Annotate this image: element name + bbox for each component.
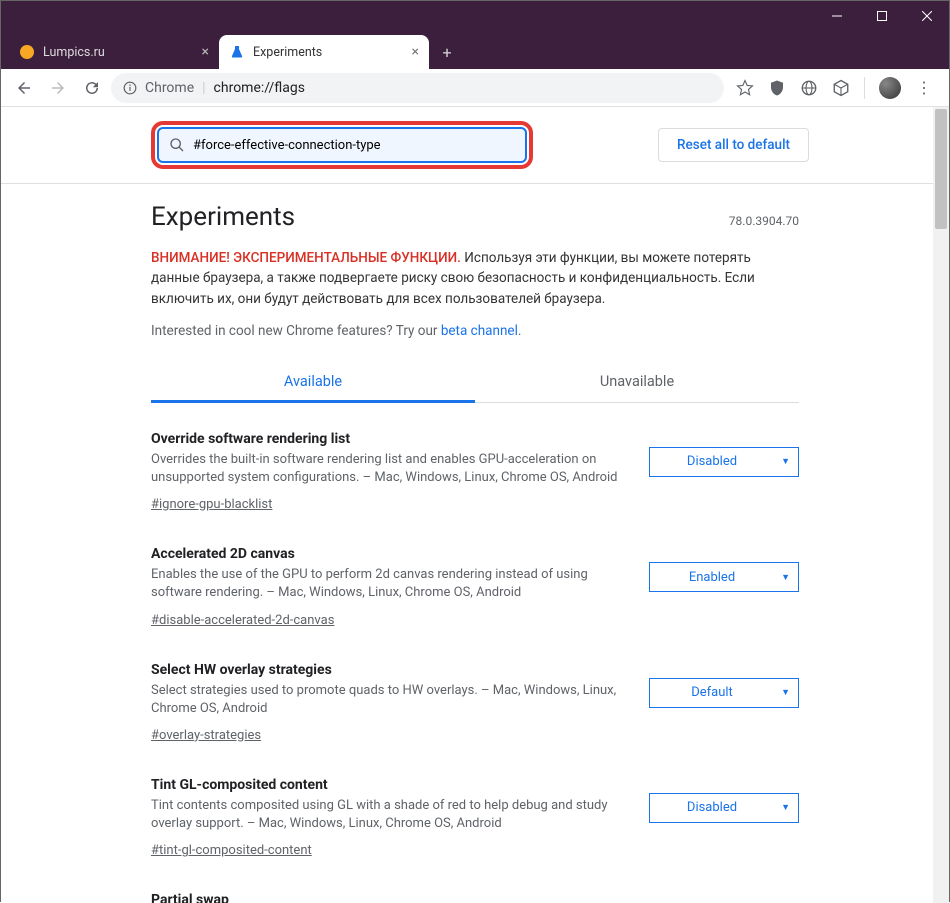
flag-title: Tint GL-composited content xyxy=(151,777,619,793)
tab-title: Experiments xyxy=(253,45,322,60)
flag-description: Overrides the built-in software renderin… xyxy=(151,451,619,487)
beta-channel-line: Interested in cool new Chrome features? … xyxy=(151,323,799,339)
search-highlight-annotation xyxy=(151,121,533,169)
window-titlebar: Lumpics.ru × Experiments × + xyxy=(1,1,949,69)
tab-unavailable[interactable]: Unavailable xyxy=(475,361,799,402)
flag-anchor-link[interactable]: #overlay-strategies xyxy=(151,728,261,743)
flag-dropdown[interactable]: Disabled xyxy=(649,793,799,823)
profile-avatar[interactable] xyxy=(879,77,901,99)
flag-description: Tint contents composited using GL with a… xyxy=(151,797,619,833)
flag-dropdown[interactable]: Disabled xyxy=(649,447,799,477)
omnibox-path: chrome://flags xyxy=(214,80,305,96)
browser-tab-experiments[interactable]: Experiments × xyxy=(219,35,429,69)
flag-dropdown[interactable]: Enabled xyxy=(649,562,799,592)
forward-button[interactable] xyxy=(43,73,73,103)
tab-favicon-lumpics xyxy=(19,44,35,60)
flag-title: Override software rendering list xyxy=(151,431,619,447)
page-info-icon xyxy=(123,81,137,95)
chrome-version: 78.0.3904.70 xyxy=(729,214,799,228)
back-button[interactable] xyxy=(9,73,39,103)
flag-row: Tint GL-composited content Tint contents … xyxy=(151,777,799,858)
beta-prefix: Interested in cool new Chrome features? … xyxy=(151,323,441,339)
warning-text: ВНИМАНИЕ! ЭКСПЕРИМЕНТАЛЬНЫЕ ФУНКЦИИ. Исп… xyxy=(151,248,799,309)
search-flags-box[interactable] xyxy=(157,127,527,163)
window-controls xyxy=(814,1,949,31)
flag-title: Accelerated 2D canvas xyxy=(151,546,619,562)
browser-tabs: Lumpics.ru × Experiments × + xyxy=(1,1,461,69)
menu-button[interactable]: ⋮ xyxy=(915,79,933,97)
globe-icon[interactable] xyxy=(800,79,818,97)
flag-anchor-link[interactable]: #disable-accelerated-2d-canvas xyxy=(151,613,334,628)
maximize-button[interactable] xyxy=(859,1,904,31)
toolbar-actions: ⋮ xyxy=(728,77,941,99)
omnibox-origin: Chrome xyxy=(145,80,194,96)
tab-available[interactable]: Available xyxy=(151,361,475,402)
flag-row: Partial swapSets partial swap behavior. … xyxy=(151,892,799,903)
flags-list: Override software rendering list Override… xyxy=(151,431,799,903)
new-tab-button[interactable]: + xyxy=(433,38,461,66)
flag-dropdown[interactable]: Default xyxy=(649,678,799,708)
close-window-button[interactable] xyxy=(904,1,949,31)
tab-title: Lumpics.ru xyxy=(43,45,105,60)
scrollbar-thumb[interactable] xyxy=(935,109,947,229)
warning-heading: ВНИМАНИЕ! ЭКСПЕРИМЕНТАЛЬНЫЕ ФУНКЦИИ. xyxy=(151,250,461,266)
flag-anchor-link[interactable]: #tint-gl-composited-content xyxy=(151,843,312,858)
scrollbar[interactable] xyxy=(933,107,949,903)
page-content: Reset all to default Experiments 78.0.39… xyxy=(1,107,949,903)
flag-title: Partial swap xyxy=(151,892,619,903)
beta-suffix: . xyxy=(518,323,522,339)
flag-anchor-link[interactable]: #ignore-gpu-blacklist xyxy=(151,497,272,512)
flag-description: Enables the use of the GPU to perform 2d… xyxy=(151,566,619,602)
omnibox-separator: | xyxy=(202,80,205,96)
close-icon[interactable]: × xyxy=(412,44,419,60)
shield-icon[interactable] xyxy=(768,79,786,97)
browser-toolbar: Chrome | chrome://flags ⋮ xyxy=(1,69,949,107)
separator xyxy=(864,77,865,99)
flags-tabs: Available Unavailable xyxy=(151,361,799,403)
flag-row: Override software rendering list Override… xyxy=(151,431,799,512)
address-bar[interactable]: Chrome | chrome://flags xyxy=(111,73,724,103)
flag-row: Select HW overlay strategies Select strat… xyxy=(151,662,799,743)
tab-favicon-flask xyxy=(229,44,245,60)
page-title: Experiments xyxy=(151,202,295,232)
cube-icon[interactable] xyxy=(832,79,850,97)
flag-title: Select HW overlay strategies xyxy=(151,662,619,678)
beta-channel-link[interactable]: beta channel xyxy=(441,323,518,339)
reset-all-button[interactable]: Reset all to default xyxy=(658,128,809,162)
flag-row: Accelerated 2D canvas Enables the use of … xyxy=(151,546,799,627)
close-icon[interactable]: × xyxy=(202,44,209,60)
browser-tab-lumpics[interactable]: Lumpics.ru × xyxy=(9,35,219,69)
search-icon xyxy=(169,137,185,153)
flag-description: Select strategies used to promote quads … xyxy=(151,682,619,718)
reload-button[interactable] xyxy=(77,73,107,103)
search-flags-input[interactable] xyxy=(193,138,515,153)
star-icon[interactable] xyxy=(736,79,754,97)
minimize-button[interactable] xyxy=(814,1,859,31)
flags-topbar: Reset all to default xyxy=(1,107,949,184)
